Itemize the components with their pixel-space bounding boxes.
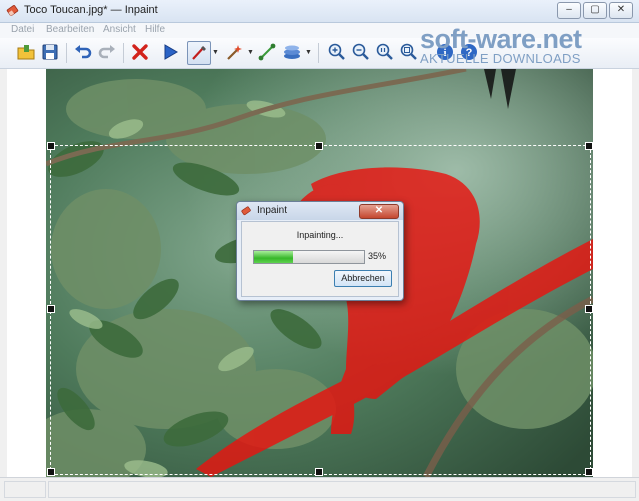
delete-button[interactable] [129, 41, 151, 63]
menu-bearbeiten[interactable]: Bearbeiten [46, 24, 94, 35]
magic-wand-button[interactable] [223, 41, 245, 63]
dialog-title: Inpaint [257, 205, 288, 216]
layer-dropdown-icon[interactable]: ▼ [305, 49, 312, 56]
progress-fill [254, 251, 293, 263]
menu-datei[interactable]: Datei [11, 24, 34, 35]
zoom-in-icon [328, 43, 345, 60]
progress-bar [253, 250, 365, 264]
layer-tool-button[interactable] [281, 41, 303, 63]
app-eraser-icon [6, 5, 19, 16]
line-tool-icon [258, 43, 276, 61]
marker-tool-button[interactable] [187, 41, 211, 65]
selection-handle-left[interactable] [47, 305, 55, 313]
selection-handle-bottom[interactable] [315, 468, 323, 476]
zoom-fit-icon [400, 43, 417, 60]
selection-handle-top[interactable] [315, 142, 323, 150]
zoom-fit-button[interactable] [398, 41, 420, 63]
inpaint-progress-dialog: Inpaint ✕ Inpainting... 35% Abbrechen [236, 201, 404, 301]
progress-percent: 35% [368, 251, 387, 261]
zoom-out-icon [352, 43, 369, 60]
selection-handle-bottom-right[interactable] [585, 468, 593, 476]
wand-dropdown-icon[interactable]: ▼ [247, 49, 254, 56]
dialog-title-bar: Inpaint ✕ [237, 202, 403, 220]
run-button[interactable] [159, 41, 181, 63]
redo-icon [98, 45, 115, 59]
toolbar-separator [66, 43, 67, 63]
run-icon [164, 44, 178, 60]
marker-tool-icon [192, 46, 206, 60]
status-cell [4, 481, 46, 498]
redo-button[interactable] [96, 41, 118, 63]
selection-handle-bottom-left[interactable] [47, 468, 55, 476]
selection-handle-top-right[interactable] [585, 142, 593, 150]
magic-wand-icon [227, 45, 242, 60]
dialog-body: Inpainting... 35% Abbrechen [241, 221, 399, 297]
save-button[interactable] [39, 41, 61, 63]
zoom-out-button[interactable] [350, 41, 372, 63]
marker-dropdown-icon[interactable]: ▼ [212, 49, 219, 56]
watermark-sub: AKTUELLE DOWNLOADS [420, 51, 581, 66]
zoom-in-button[interactable] [326, 41, 348, 63]
delete-icon [132, 44, 148, 60]
window-controls: – ▢ ✕ [557, 2, 633, 19]
toolbar-separator [123, 43, 124, 63]
window-title: Toco Toucan.jpg* — Inpaint [24, 4, 158, 16]
selection-handle-top-left[interactable] [47, 142, 55, 150]
minimize-button[interactable]: – [557, 2, 581, 19]
close-button[interactable]: ✕ [609, 2, 633, 19]
menu-hilfe[interactable]: Hilfe [145, 24, 165, 35]
menu-ansicht[interactable]: Ansicht [103, 24, 136, 35]
dialog-status-text: Inpainting... [296, 230, 344, 240]
status-cell [48, 481, 636, 498]
dialog-close-button[interactable]: ✕ [359, 204, 399, 219]
layer-tool-icon [284, 45, 300, 59]
toolbar-separator [318, 43, 319, 63]
title-bar: Toco Toucan.jpg* — Inpaint – ▢ ✕ [0, 0, 639, 23]
undo-icon [75, 45, 92, 59]
zoom-actual-button[interactable] [374, 41, 396, 63]
maximize-button[interactable]: ▢ [583, 2, 607, 19]
status-bar [0, 477, 639, 501]
undo-button[interactable] [72, 41, 94, 63]
cancel-button[interactable]: Abbrechen [334, 270, 392, 287]
save-icon [42, 44, 58, 60]
line-tool-button[interactable] [256, 41, 278, 63]
watermark: soft-ware.net AKTUELLE DOWNLOADS [420, 24, 635, 66]
open-button[interactable] [15, 41, 37, 63]
zoom-actual-icon [376, 43, 393, 60]
selection-handle-right[interactable] [585, 305, 593, 313]
open-icon [17, 45, 35, 60]
dialog-eraser-icon [241, 206, 251, 216]
